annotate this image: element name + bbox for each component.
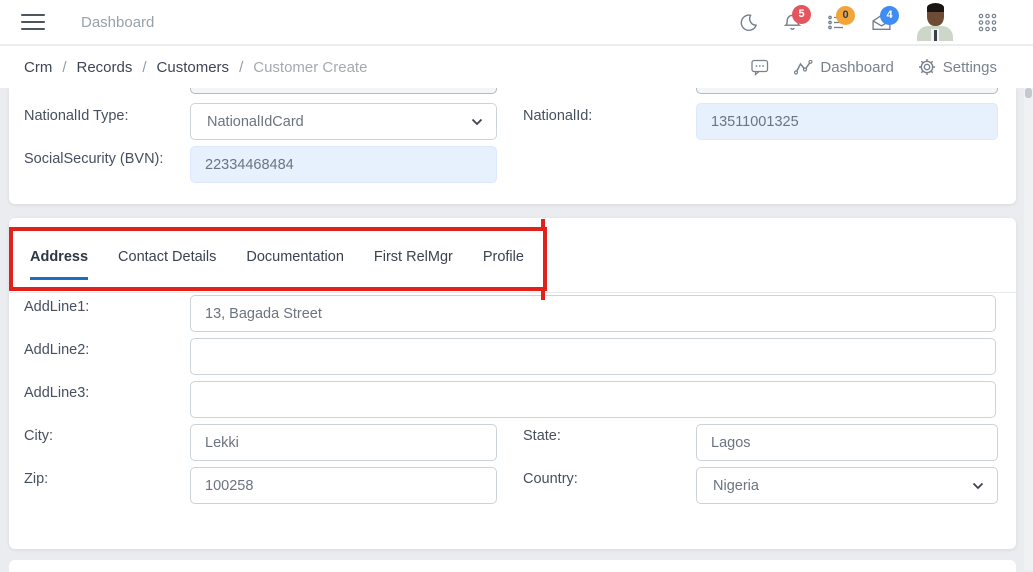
- dark-mode-toggle[interactable]: [739, 13, 758, 32]
- chevron-down-icon: [471, 118, 483, 126]
- activity-chart-icon: [794, 59, 814, 75]
- next-section-card: [9, 560, 1016, 572]
- zip-input[interactable]: [190, 467, 497, 504]
- nationalid-label: NationalId:: [523, 108, 593, 124]
- addline2-input[interactable]: [190, 338, 996, 375]
- bvn-input[interactable]: [190, 146, 497, 183]
- zip-label: Zip:: [24, 471, 49, 487]
- tasks-button[interactable]: 0: [827, 5, 855, 31]
- tab-contact-details[interactable]: Contact Details: [118, 249, 216, 277]
- notifications-button[interactable]: 5: [783, 4, 811, 32]
- nationalid-type-select[interactable]: NationalIdCard: [190, 103, 497, 140]
- tab-documentation[interactable]: Documentation: [246, 249, 344, 277]
- breadcrumb-crm[interactable]: Crm: [24, 59, 52, 76]
- breadcrumb-bar: Crm / Records / Customers / Customer Cre…: [0, 46, 1033, 88]
- notifications-badge: 5: [792, 4, 811, 24]
- cutoff-input-left[interactable]: [190, 88, 497, 94]
- navbar-actions: 5 0 4: [739, 3, 1033, 41]
- tab-first-relmgr[interactable]: First RelMgr: [374, 249, 453, 277]
- breadcrumb-customers[interactable]: Customers: [157, 59, 230, 76]
- country-select[interactable]: Nigeria: [696, 467, 998, 504]
- tab-profile[interactable]: Profile: [483, 249, 524, 277]
- chat-icon[interactable]: [751, 59, 770, 76]
- moon-icon: [739, 13, 758, 32]
- breadcrumb-separator: /: [142, 58, 147, 76]
- nationalid-type-label: NationalId Type:: [24, 108, 129, 124]
- nationalid-input[interactable]: [696, 103, 998, 140]
- addline3-label: AddLine3:: [24, 385, 90, 401]
- city-input[interactable]: [190, 424, 497, 461]
- vertical-scrollbar[interactable]: [1024, 88, 1033, 570]
- addline1-input[interactable]: [190, 295, 996, 332]
- scrollbar-thumb[interactable]: [1025, 88, 1032, 98]
- country-value: Nigeria: [713, 477, 759, 494]
- country-label: Country:: [523, 471, 578, 487]
- tasks-badge: 0: [836, 5, 855, 25]
- bvn-label: SocialSecurity (BVN):: [24, 151, 164, 167]
- addline3-input[interactable]: [190, 381, 996, 418]
- user-avatar[interactable]: [917, 3, 953, 41]
- annotation-tick: [541, 219, 545, 227]
- apps-menu-button[interactable]: [978, 13, 997, 32]
- grid-dots-icon: [978, 13, 997, 32]
- breadcrumb-current: Customer Create: [253, 58, 368, 76]
- addline2-label: AddLine2:: [24, 342, 90, 358]
- gear-icon: [918, 58, 936, 76]
- settings-link[interactable]: Settings: [918, 58, 997, 76]
- dashboard-link-label: Dashboard: [820, 58, 894, 76]
- settings-link-label: Settings: [942, 58, 997, 76]
- tab-address[interactable]: Address: [30, 249, 89, 280]
- address-section-card: Address Contact Details Documentation Fi…: [9, 218, 1016, 549]
- nationalid-type-value: NationalIdCard: [207, 113, 304, 130]
- annotation-tick: [541, 291, 545, 300]
- messages-badge: 4: [880, 5, 899, 25]
- top-navbar: Dashboard 5 0 4: [0, 0, 1033, 45]
- addline1-label: AddLine1:: [24, 299, 90, 315]
- breadcrumb-separator: /: [239, 58, 244, 76]
- state-label: State:: [523, 428, 561, 444]
- city-label: City:: [24, 428, 53, 444]
- breadcrumb-separator: /: [62, 58, 67, 76]
- breadcrumb-records[interactable]: Records: [77, 59, 133, 76]
- tab-strip: Address Contact Details Documentation Fi…: [9, 218, 1016, 293]
- dashboard-link[interactable]: Dashboard: [794, 58, 894, 76]
- cutoff-input-right[interactable]: [696, 88, 998, 94]
- chevron-down-icon: [972, 482, 984, 490]
- state-input[interactable]: [696, 424, 998, 461]
- hamburger-menu-icon[interactable]: [21, 9, 45, 35]
- breadcrumb-actions: Dashboard Settings: [751, 58, 997, 76]
- page-title: Dashboard: [81, 13, 155, 31]
- identity-section-card: NationalId Type: NationalIdCard National…: [9, 88, 1016, 204]
- messages-button[interactable]: 4: [871, 5, 899, 31]
